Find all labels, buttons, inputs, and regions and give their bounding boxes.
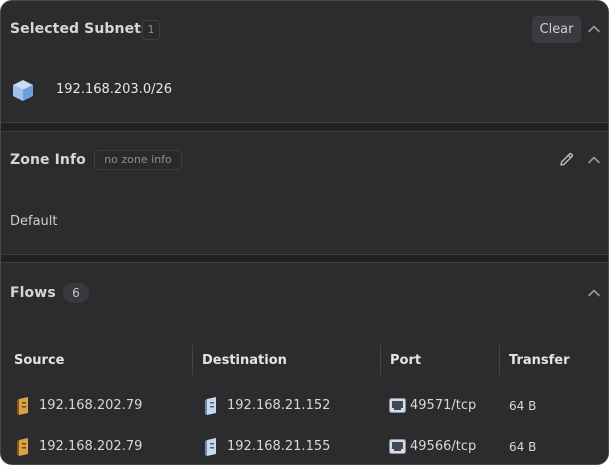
column-divider[interactable] — [192, 345, 193, 375]
column-header-transfer[interactable]: Transfer — [509, 341, 570, 378]
zone-value: Default — [10, 214, 58, 229]
transfer-cell: 64 B — [509, 399, 537, 413]
pencil-icon[interactable] — [558, 151, 575, 168]
column-divider[interactable] — [499, 345, 500, 375]
column-header-port[interactable]: Port — [390, 341, 421, 378]
port-icon — [389, 398, 406, 413]
host-destination-icon — [205, 397, 216, 415]
chevron-up-icon[interactable] — [587, 288, 601, 298]
host-source-icon — [17, 438, 28, 456]
transfer-cell: 64 B — [509, 440, 537, 454]
flows-table-header: Source Destination Port Transfer — [1, 341, 608, 378]
app-frame: Selected Subnets 1 Clear 192.168.203.0/2… — [0, 0, 609, 465]
port-value: 49566/tcp — [410, 439, 477, 454]
destination-cell: 192.168.21.152 — [204, 386, 374, 426]
destination-ip: 192.168.21.155 — [227, 439, 331, 454]
zone-info-panel: Zone Info no zone info Default — [1, 131, 608, 255]
column-divider[interactable] — [380, 345, 381, 375]
selected-subnets-panel: Selected Subnets 1 Clear 192.168.203.0/2… — [1, 1, 608, 123]
flows-count-badge: 6 — [63, 283, 89, 303]
destination-cell: 192.168.21.155 — [204, 427, 374, 464]
zone-info-title: Zone Info — [10, 152, 86, 168]
port-cell: 49571/tcp — [389, 386, 494, 426]
flows-title: Flows — [10, 285, 56, 301]
column-header-source[interactable]: Source — [14, 341, 64, 378]
port-value: 49571/tcp — [410, 398, 477, 413]
table-row[interactable]: 192.168.202.79 192.168.21.155 49566/tcp … — [1, 427, 608, 464]
host-source-icon — [17, 397, 28, 415]
port-icon — [389, 439, 406, 454]
source-cell: 192.168.202.79 — [16, 427, 186, 464]
cube-icon — [13, 80, 33, 101]
source-cell: 192.168.202.79 — [16, 386, 186, 426]
selected-subnets-count-badge: 1 — [142, 20, 160, 40]
chevron-up-icon[interactable] — [587, 155, 601, 165]
destination-ip: 192.168.21.152 — [227, 398, 331, 413]
clear-button[interactable]: Clear — [532, 16, 581, 43]
source-ip: 192.168.202.79 — [39, 439, 143, 454]
chevron-up-icon[interactable] — [587, 24, 601, 34]
subnet-item[interactable]: 192.168.203.0/26 — [56, 82, 172, 97]
table-row[interactable]: 192.168.202.79 192.168.21.152 49571/tcp … — [1, 386, 608, 426]
zone-info-badge: no zone info — [94, 150, 182, 170]
column-header-destination[interactable]: Destination — [202, 341, 287, 378]
source-ip: 192.168.202.79 — [39, 398, 143, 413]
port-cell: 49566/tcp — [389, 427, 494, 464]
host-destination-icon — [205, 438, 216, 456]
selected-subnets-title: Selected Subnets — [10, 21, 150, 37]
